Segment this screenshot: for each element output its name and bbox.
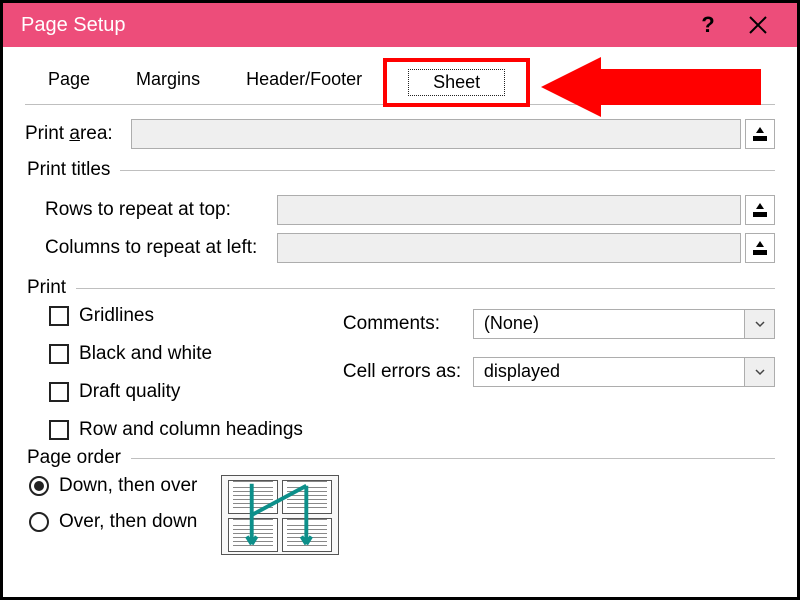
print-titles-legend: Print titles <box>25 159 120 181</box>
comments-select[interactable]: (None) <box>473 309 775 339</box>
cols-repeat-ref-button[interactable] <box>745 233 775 263</box>
tab-page[interactable]: Page <box>25 60 113 105</box>
rows-repeat-input[interactable] <box>277 195 741 225</box>
collapse-dialog-icon <box>752 126 768 142</box>
print-group: Print Gridlines Black and white Draft qu… <box>25 277 775 441</box>
print-area-label: Print area: <box>25 123 131 145</box>
page-order-legend: Page order <box>25 447 131 469</box>
chevron-down-icon <box>744 358 774 386</box>
collapse-dialog-icon <box>752 202 768 218</box>
close-button[interactable] <box>733 3 783 47</box>
tab-strip: Page Margins Header/Footer Sheet <box>25 59 775 105</box>
tab-sheet[interactable]: Sheet <box>385 60 528 105</box>
rows-repeat-ref-button[interactable] <box>745 195 775 225</box>
help-icon: ? <box>701 12 714 38</box>
print-area-input[interactable] <box>131 119 741 149</box>
rows-repeat-label: Rows to repeat at top: <box>45 199 277 221</box>
print-area-row: Print area: <box>25 119 775 149</box>
help-button[interactable]: ? <box>683 3 733 47</box>
cols-repeat-input[interactable] <box>277 233 741 263</box>
draft-quality-checkbox[interactable]: Draft quality <box>49 381 303 403</box>
print-legend: Print <box>25 277 76 299</box>
tab-header-footer[interactable]: Header/Footer <box>223 60 385 105</box>
collapse-dialog-icon <box>752 240 768 256</box>
tab-margins[interactable]: Margins <box>113 60 223 105</box>
down-then-over-radio[interactable]: Down, then over <box>29 475 197 497</box>
cell-errors-select[interactable]: displayed <box>473 357 775 387</box>
dialog-title: Page Setup <box>21 14 683 37</box>
black-white-checkbox[interactable]: Black and white <box>49 343 303 365</box>
print-titles-group: Print titles Rows to repeat at top: Colu… <box>25 159 775 271</box>
page-order-group: Page order Down, then over Over, then do… <box>25 447 775 555</box>
print-area-ref-button[interactable] <box>745 119 775 149</box>
cell-errors-label: Cell errors as: <box>343 361 473 383</box>
comments-label: Comments: <box>343 313 473 335</box>
cols-repeat-label: Columns to repeat at left: <box>45 237 277 259</box>
row-col-headings-checkbox[interactable]: Row and column headings <box>49 419 303 441</box>
order-arrow-icon <box>222 476 338 554</box>
title-bar: Page Setup ? <box>3 3 797 47</box>
close-icon <box>749 16 767 34</box>
gridlines-checkbox[interactable]: Gridlines <box>49 305 303 327</box>
over-then-down-radio[interactable]: Over, then down <box>29 511 197 533</box>
page-order-preview <box>221 475 339 555</box>
dialog-body: Page Margins Header/Footer Sheet Print a… <box>3 47 797 555</box>
chevron-down-icon <box>744 310 774 338</box>
